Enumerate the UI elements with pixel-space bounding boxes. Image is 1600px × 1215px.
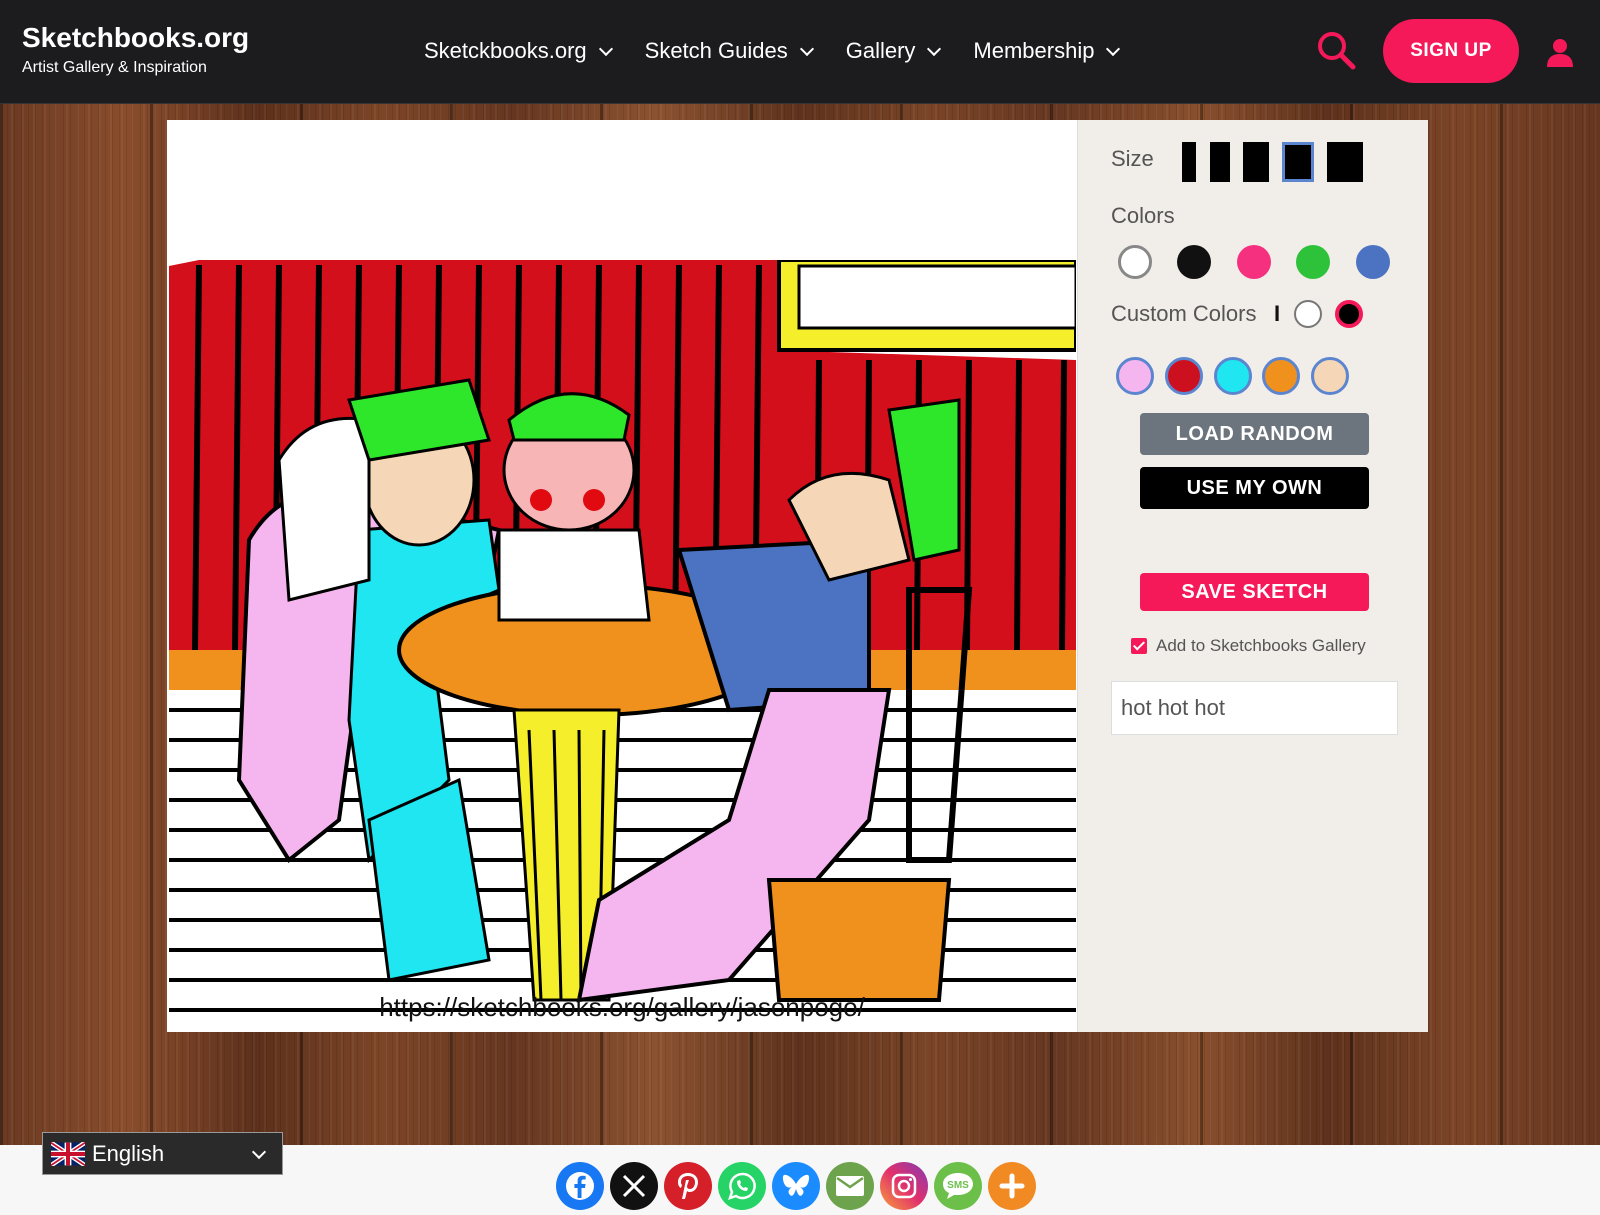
language-selector[interactable]: English bbox=[42, 1132, 283, 1175]
custom-swatch-lilac[interactable] bbox=[1116, 357, 1154, 395]
colors-label: Colors bbox=[1111, 203, 1175, 228]
coloring-sketch-image[interactable] bbox=[169, 260, 1076, 1012]
brush-size-4-selected[interactable] bbox=[1282, 142, 1314, 182]
sms-share-button[interactable]: SMS bbox=[934, 1162, 982, 1210]
main-nav: Sketckbooks.org Sketch Guides Gallery Me… bbox=[424, 38, 1152, 64]
x-icon bbox=[622, 1174, 646, 1198]
x-share-button[interactable] bbox=[610, 1162, 658, 1210]
bluesky-share-button[interactable] bbox=[772, 1162, 820, 1210]
color-swatch-white[interactable] bbox=[1118, 245, 1152, 279]
custom-swatch-orange[interactable] bbox=[1262, 357, 1300, 395]
add-to-gallery-checkbox[interactable] bbox=[1131, 638, 1147, 654]
save-sketch-button[interactable]: SAVE SKETCH bbox=[1140, 573, 1369, 611]
custom-swatch-peach[interactable] bbox=[1311, 357, 1349, 395]
nav-label: Sketckbooks.org bbox=[424, 38, 587, 63]
language-label: English bbox=[92, 1140, 165, 1166]
load-random-button[interactable]: LOAD RANDOM bbox=[1140, 413, 1369, 455]
custom-swatch-red[interactable] bbox=[1165, 357, 1203, 395]
sms-label: SMS bbox=[947, 1180, 969, 1191]
chevron-down-icon bbox=[927, 41, 942, 57]
instagram-share-button[interactable] bbox=[880, 1162, 928, 1210]
user-icon[interactable] bbox=[1546, 38, 1574, 68]
bluesky-icon bbox=[782, 1174, 810, 1196]
chevron-down-icon bbox=[251, 1144, 267, 1159]
color-swatch-pink[interactable] bbox=[1237, 245, 1271, 279]
sketch-url[interactable]: https://sketchbooks.org/gallery/jasonpog… bbox=[167, 992, 1077, 1023]
plus-icon bbox=[999, 1173, 1025, 1199]
nav-label: Sketch Guides bbox=[644, 38, 788, 63]
custom-colors-label: Custom Colors bbox=[1111, 301, 1257, 326]
brush-size-5[interactable] bbox=[1327, 142, 1363, 182]
nav-item-gallery[interactable]: Gallery bbox=[845, 38, 942, 64]
facebook-share-button[interactable] bbox=[556, 1162, 604, 1210]
chevron-down-icon bbox=[799, 41, 814, 57]
add-to-gallery-row[interactable]: Add to Sketchbooks Gallery bbox=[1131, 636, 1366, 656]
more-share-button[interactable] bbox=[988, 1162, 1036, 1210]
site-logo-title[interactable]: Sketchbooks.org bbox=[22, 22, 249, 54]
brush-size-2[interactable] bbox=[1210, 142, 1230, 182]
add-to-gallery-label: Add to Sketchbooks Gallery bbox=[1156, 636, 1366, 655]
uk-flag-icon bbox=[51, 1141, 85, 1166]
custom-swatch-cyan[interactable] bbox=[1214, 357, 1252, 395]
pinterest-icon bbox=[678, 1173, 698, 1199]
site-logo-subtitle: Artist Gallery & Inspiration bbox=[22, 59, 207, 76]
color-swatch-black[interactable] bbox=[1177, 245, 1211, 279]
custom-color-radio-off[interactable] bbox=[1294, 300, 1322, 328]
nav-label: Gallery bbox=[845, 38, 916, 63]
custom-colors-separator: I bbox=[1274, 301, 1281, 326]
pinterest-share-button[interactable] bbox=[664, 1162, 712, 1210]
whatsapp-icon bbox=[728, 1172, 756, 1200]
site-header: Sketchbooks.org Artist Gallery & Inspira… bbox=[0, 0, 1600, 104]
color-swatch-green[interactable] bbox=[1296, 245, 1330, 279]
instagram-icon bbox=[891, 1173, 917, 1199]
facebook-icon bbox=[566, 1172, 594, 1200]
color-swatch-blue[interactable] bbox=[1356, 245, 1390, 279]
size-label: Size bbox=[1111, 146, 1154, 171]
nav-item-sketchbooks[interactable]: Sketckbooks.org bbox=[424, 38, 613, 64]
sign-up-button[interactable]: SIGN UP bbox=[1383, 19, 1519, 83]
chevron-down-icon bbox=[1106, 41, 1121, 57]
chevron-down-icon bbox=[598, 41, 613, 57]
brush-size-1[interactable] bbox=[1182, 142, 1196, 182]
email-icon bbox=[836, 1176, 864, 1196]
whatsapp-share-button[interactable] bbox=[718, 1162, 766, 1210]
search-icon[interactable] bbox=[1316, 30, 1356, 70]
nav-item-sketch-guides[interactable]: Sketch Guides bbox=[644, 38, 814, 64]
email-share-button[interactable] bbox=[826, 1162, 874, 1210]
use-my-own-button[interactable]: USE MY OWN bbox=[1140, 467, 1369, 509]
sketch-name-input[interactable] bbox=[1111, 681, 1398, 735]
custom-color-radio-on[interactable] bbox=[1335, 300, 1363, 328]
nav-label: Membership bbox=[973, 38, 1095, 63]
brush-size-3[interactable] bbox=[1243, 142, 1269, 182]
nav-item-membership[interactable]: Membership bbox=[973, 38, 1121, 64]
sms-icon: SMS bbox=[943, 1173, 973, 1199]
drawing-canvas[interactable]: https://sketchbooks.org/gallery/jasonpog… bbox=[167, 120, 1077, 1032]
